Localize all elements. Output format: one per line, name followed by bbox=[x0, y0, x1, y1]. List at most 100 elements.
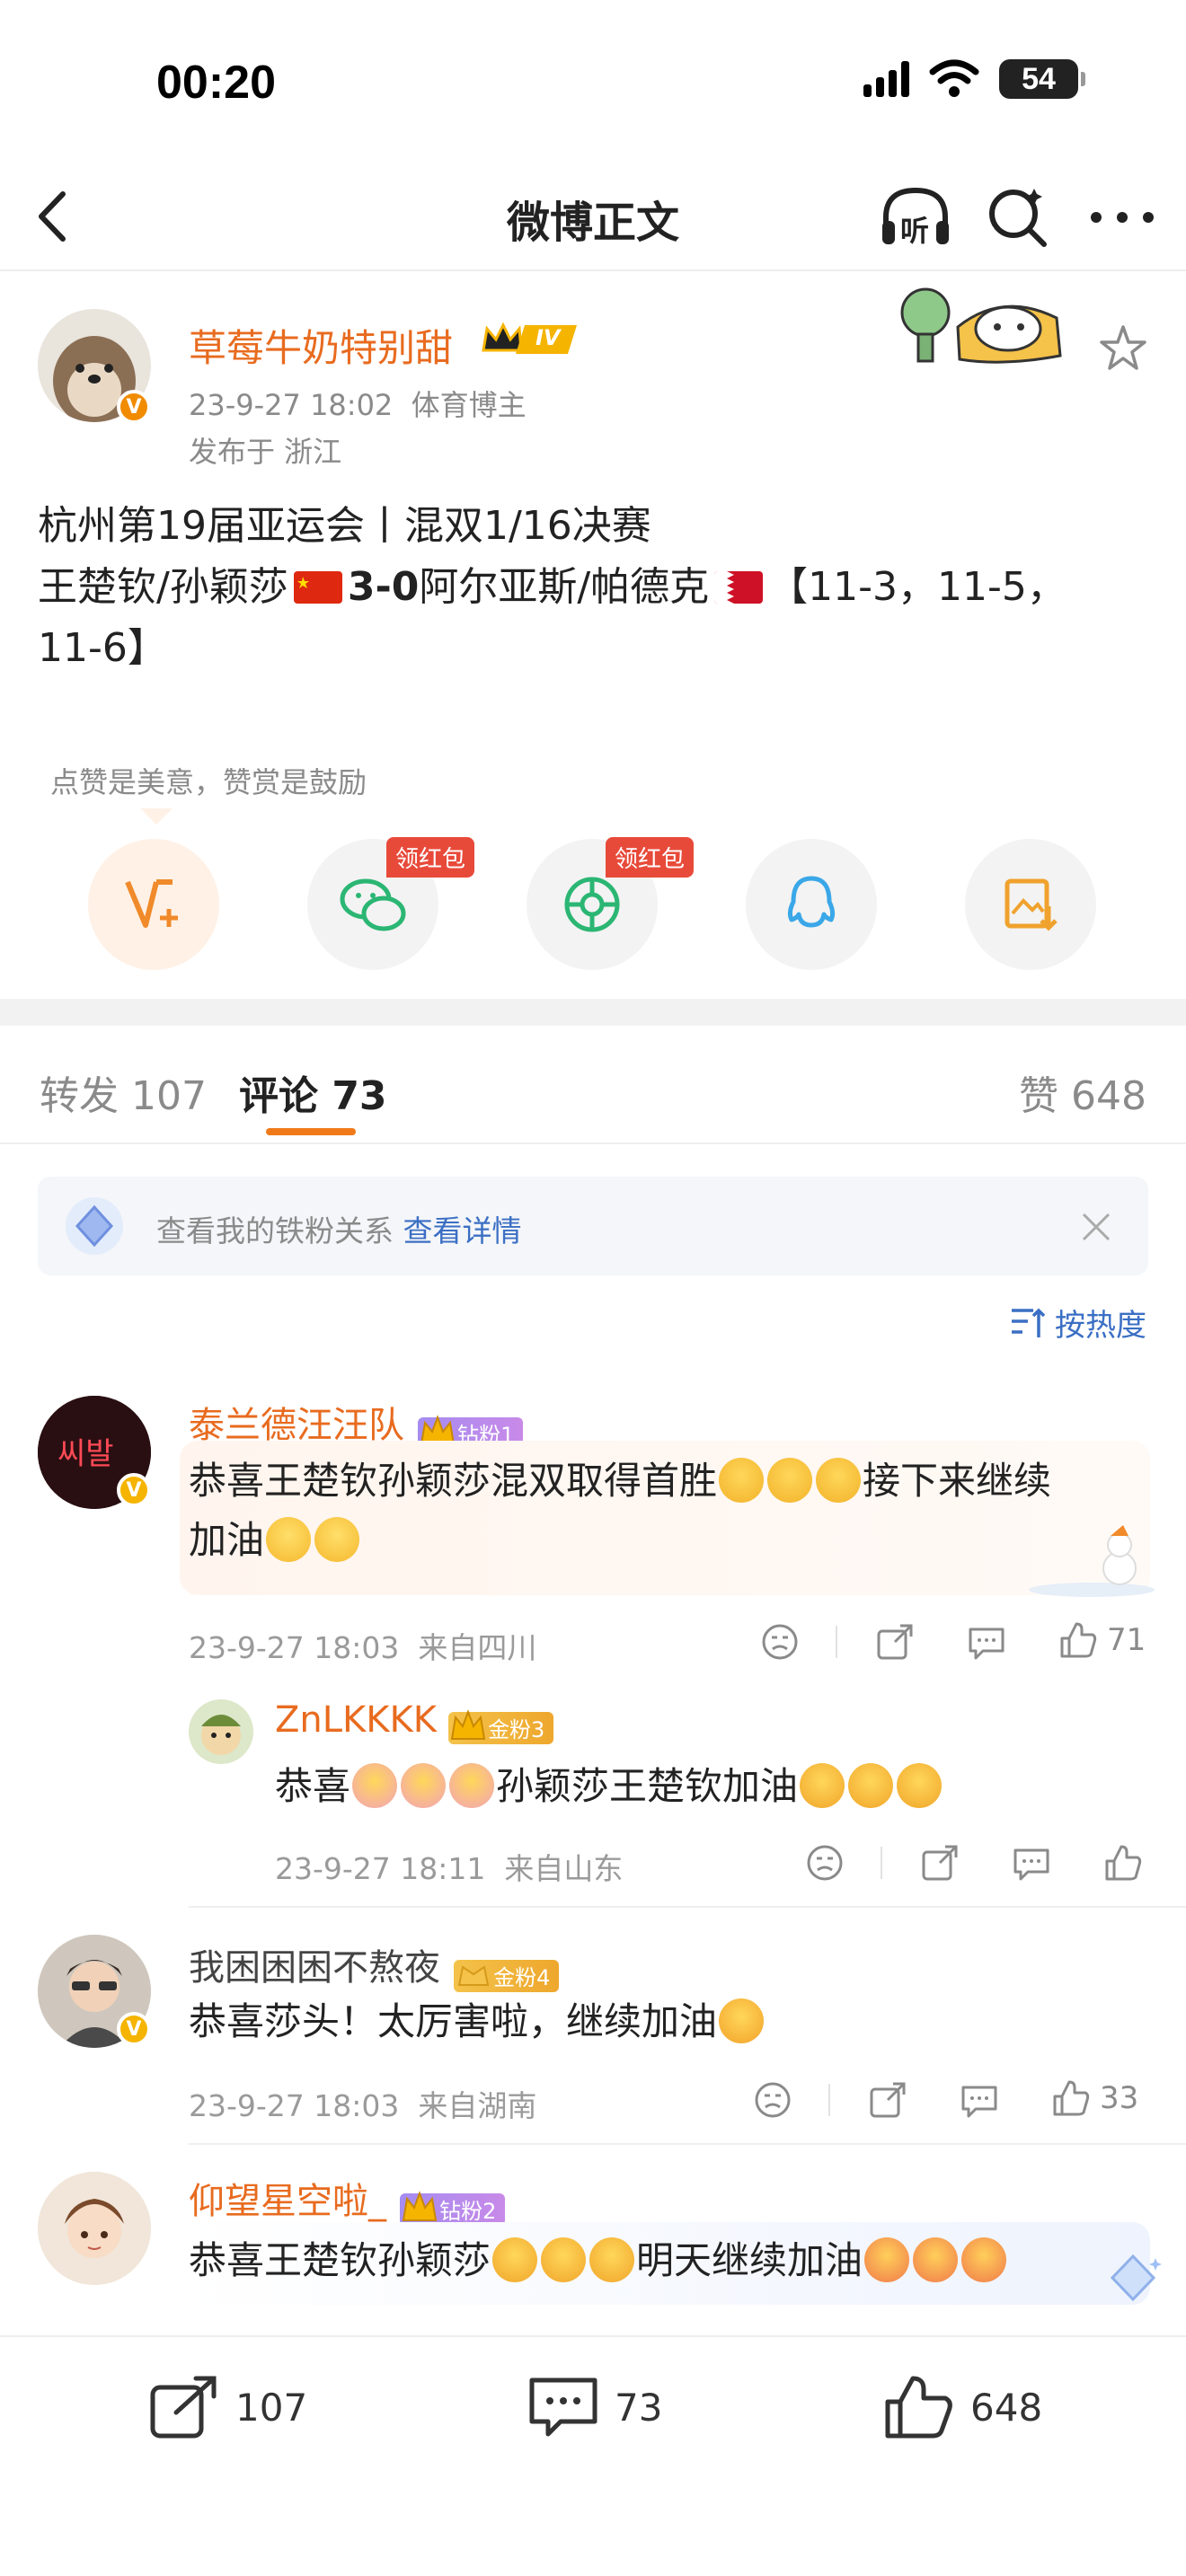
fans-banner-text: 查看我的铁粉关系 查看详情 bbox=[156, 1213, 522, 1248]
reply-icon[interactable] bbox=[960, 2080, 999, 2120]
fan-badge: 金粉4 bbox=[454, 1959, 560, 1992]
bottom-like-button[interactable]: 648 bbox=[884, 2375, 1042, 2439]
emoji-icon bbox=[449, 1763, 495, 1808]
tab-active-indicator bbox=[266, 1128, 356, 1135]
author-name[interactable]: 草莓牛奶特别甜 bbox=[189, 318, 453, 373]
comment-meta: 23-9-27 18:03 来自湖南 bbox=[189, 2088, 537, 2123]
fan-crown-icon bbox=[457, 1964, 490, 1986]
fans-banner[interactable]: 查看我的铁粉关系 查看详情 bbox=[38, 1177, 1148, 1275]
post-line-3: 11-6】 bbox=[38, 625, 167, 671]
like-button[interactable]: 71 bbox=[1058, 1620, 1146, 1660]
reply-actions bbox=[805, 1838, 1155, 1888]
comment-text: 恭喜王楚钦孙颖莎混双取得首胜 接下来继续 加油 bbox=[189, 1458, 1052, 1562]
emoji-icon bbox=[864, 2237, 910, 2282]
reply-icon[interactable] bbox=[967, 1622, 1006, 1662]
emoji-icon bbox=[767, 1458, 813, 1503]
save-image-button[interactable] bbox=[965, 839, 1096, 970]
level-badge: IV bbox=[535, 325, 561, 350]
bottom-comment-count: 73 bbox=[615, 2385, 663, 2430]
comment-actions: 71 bbox=[760, 1617, 1155, 1667]
dislike-icon[interactable] bbox=[805, 1843, 845, 1883]
tab-like[interactable]: 赞 648 bbox=[1019, 1063, 1146, 1121]
comment-text: 恭喜莎头！太厉害啦，继续加油 bbox=[189, 1992, 1141, 2051]
comment-icon bbox=[529, 2378, 597, 2437]
post-line-2: 王楚钦/孙颖莎 3-0阿尔亚斯/帕德克 【11-3，11-5， bbox=[38, 564, 1067, 610]
emoji-icon bbox=[816, 1458, 862, 1503]
diamond-icon bbox=[66, 1197, 123, 1255]
comment-text: 恭喜王楚钦孙颖莎 明天继续加油 bbox=[189, 2231, 1141, 2290]
reward-v-icon bbox=[125, 879, 178, 928]
post-date: 23-9-27 18:02 bbox=[189, 388, 394, 422]
fans-detail-link[interactable]: 查看详情 bbox=[403, 1213, 522, 1248]
thumbs-up-icon bbox=[885, 2376, 952, 2439]
emoji-icon bbox=[492, 2237, 538, 2282]
reply-icon[interactable] bbox=[1012, 1843, 1051, 1883]
share-moments-badge: 领红包 bbox=[606, 837, 695, 878]
reply-text: 恭喜 孙颖莎王楚钦加油 bbox=[275, 1757, 1137, 1816]
bottom-like-count: 648 bbox=[970, 2385, 1043, 2430]
sort-label: 按热度 bbox=[1055, 1308, 1146, 1344]
favorite-star-icon[interactable] bbox=[1098, 323, 1148, 374]
comment-separator bbox=[189, 1906, 1186, 1908]
close-icon[interactable] bbox=[1080, 1211, 1112, 1243]
listen-button[interactable]: 听 bbox=[877, 181, 954, 253]
tabs-border bbox=[0, 1142, 1186, 1144]
search-icon[interactable] bbox=[981, 181, 1053, 253]
emoji-icon bbox=[541, 2237, 587, 2282]
repost-icon[interactable] bbox=[920, 1843, 960, 1883]
bottom-repost-button[interactable]: 107 bbox=[149, 2375, 307, 2439]
tab-comment[interactable]: 评论 73 bbox=[239, 1063, 387, 1121]
more-icon[interactable] bbox=[1082, 181, 1163, 253]
reply-avatar[interactable] bbox=[189, 1699, 253, 1764]
post-line-1: 杭州第19届亚运会丨混双1/16决赛 bbox=[38, 503, 651, 549]
emoji-icon bbox=[266, 1517, 312, 1562]
tab-repost[interactable]: 转发 107 bbox=[40, 1063, 207, 1121]
fan-badge: 金粉3 bbox=[448, 1708, 554, 1744]
emoji-icon bbox=[719, 1998, 765, 2043]
comment-header: 仰望星空啦_ 钻粉2 bbox=[189, 2172, 506, 2226]
comment-separator bbox=[189, 2143, 1186, 2145]
sort-icon bbox=[1012, 1308, 1046, 1337]
comment-meta: 23-9-27 18:03 来自四川 bbox=[189, 1630, 537, 1665]
section-divider bbox=[0, 999, 1186, 1026]
thumbs-up-icon bbox=[1053, 2080, 1090, 2116]
bottom-repost-count: 107 bbox=[235, 2385, 308, 2430]
listen-label: 听 bbox=[900, 214, 930, 248]
wechat-icon bbox=[340, 878, 406, 931]
action-divider bbox=[881, 1847, 882, 1879]
comment-author[interactable]: 仰望星空啦_ bbox=[189, 2181, 386, 2222]
repost-icon[interactable] bbox=[875, 1622, 915, 1662]
emoji-icon bbox=[913, 2237, 959, 2282]
comment-avatar[interactable] bbox=[38, 2172, 151, 2285]
bahrain-flag-icon bbox=[714, 571, 764, 604]
post-body: 杭州第19届亚运会丨混双1/16决赛 王楚钦/孙颖莎 3-0阿尔亚斯/帕德克 【11… bbox=[38, 496, 1152, 679]
post-time: 23-9-27 18:02 体育博主 bbox=[189, 383, 527, 424]
emoji-icon bbox=[897, 1763, 943, 1808]
share-wechat-badge: 领红包 bbox=[386, 837, 475, 878]
hint-arrow bbox=[140, 808, 173, 825]
member-crown-icon: IV bbox=[480, 320, 584, 359]
bottom-action-bar: 107 73 648 bbox=[0, 2335, 1186, 2576]
battery-icon: 54 bbox=[999, 59, 1085, 99]
sort-button[interactable]: 按热度 bbox=[1010, 1301, 1146, 1345]
comment-header: 我困困困不熬夜 金粉4 bbox=[189, 1938, 560, 1992]
verified-badge-icon: V bbox=[117, 2012, 151, 2046]
emoji-icon bbox=[961, 2237, 1007, 2282]
reply-header: ZnLKKKK 金粉3 bbox=[275, 1699, 554, 1744]
signal-icon bbox=[863, 61, 909, 97]
thumbs-up-icon[interactable] bbox=[1103, 1843, 1143, 1883]
emoji-icon bbox=[719, 1458, 765, 1503]
emoji-icon bbox=[314, 1517, 360, 1562]
action-divider bbox=[836, 1626, 837, 1658]
reward-button[interactable] bbox=[88, 839, 219, 970]
comment-author[interactable]: 我困困困不熬夜 bbox=[189, 1947, 440, 1989]
dislike-icon[interactable] bbox=[753, 2080, 792, 2120]
share-qq-button[interactable] bbox=[746, 839, 877, 970]
comment-actions: 33 bbox=[753, 2075, 1157, 2125]
bottom-comment-button[interactable]: 73 bbox=[528, 2375, 662, 2439]
repost-icon[interactable] bbox=[868, 2080, 907, 2120]
like-button[interactable]: 33 bbox=[1051, 2078, 1138, 2118]
dislike-icon[interactable] bbox=[760, 1622, 800, 1662]
verified-badge-icon: V bbox=[117, 1473, 151, 1507]
reply-author[interactable]: ZnLKKKK bbox=[275, 1699, 437, 1741]
